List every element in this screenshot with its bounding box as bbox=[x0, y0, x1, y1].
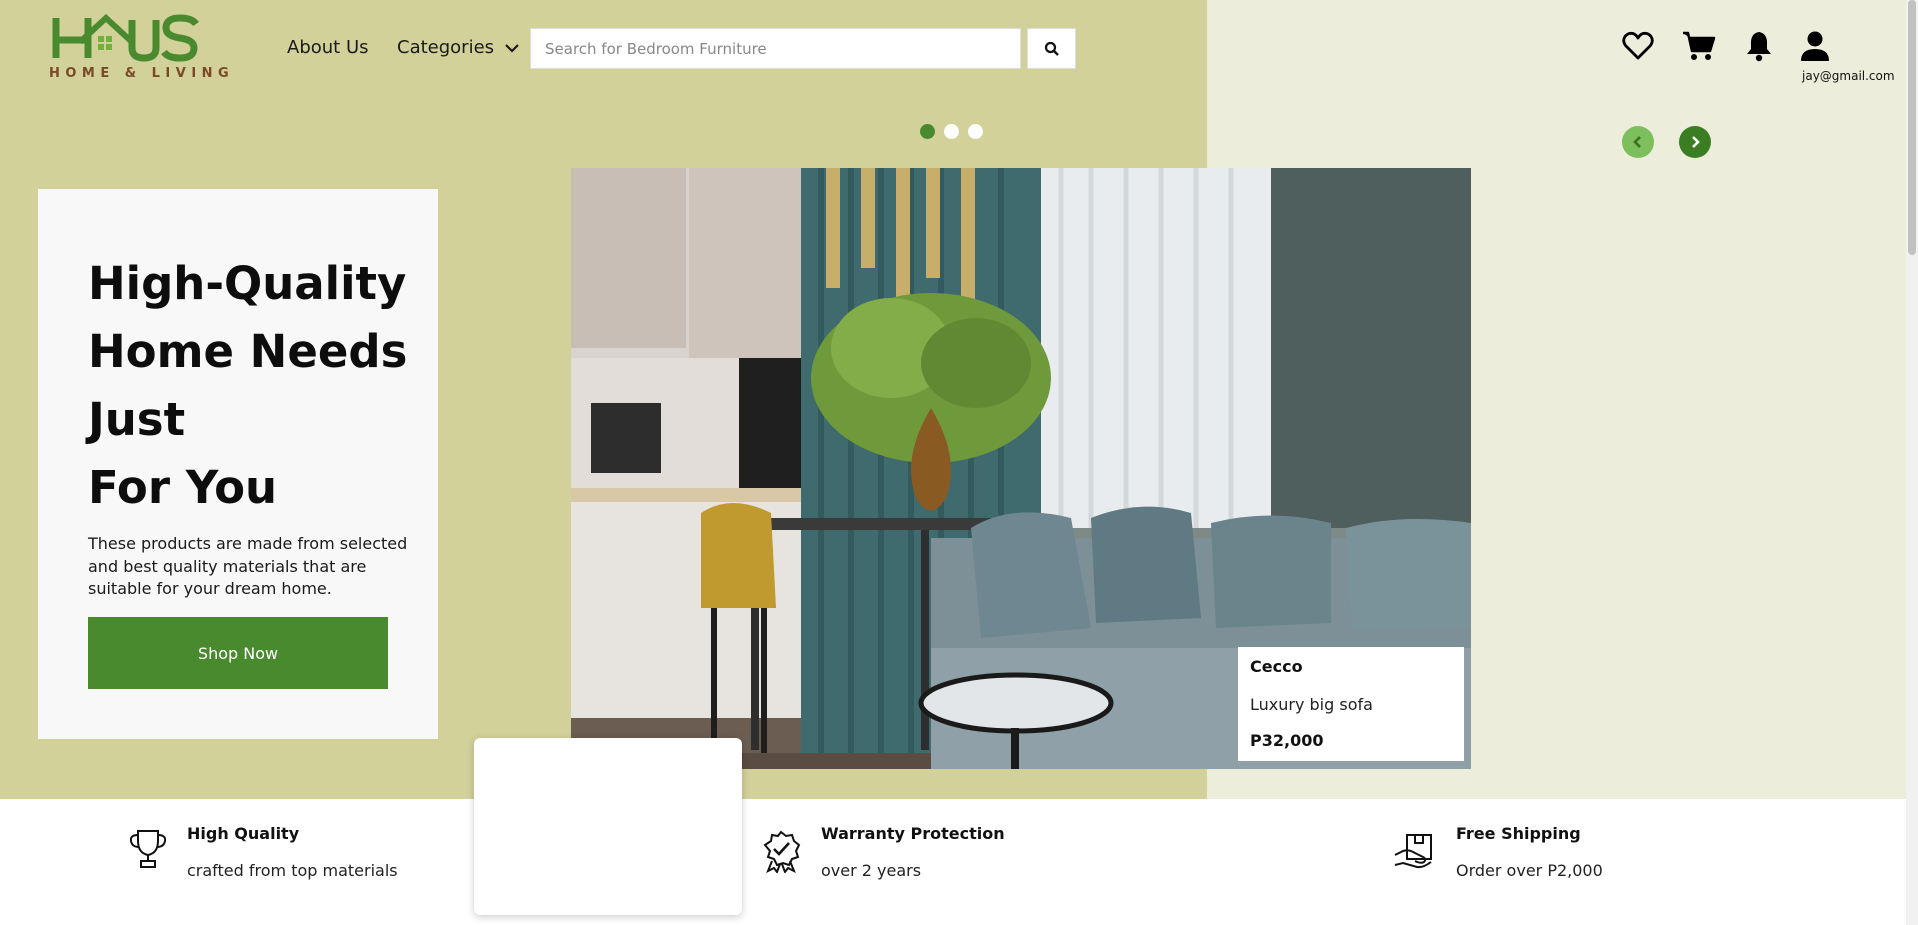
cart-icon bbox=[1683, 31, 1716, 60]
search-icon bbox=[1044, 41, 1059, 56]
trophy-icon bbox=[129, 830, 167, 868]
nav-categories-label: Categories bbox=[397, 37, 495, 58]
wishlist-button[interactable] bbox=[1620, 28, 1656, 64]
nav-categories[interactable]: Categories bbox=[397, 37, 520, 58]
feature-title: Free Shipping bbox=[1456, 824, 1581, 843]
chevron-right-icon bbox=[1692, 136, 1700, 148]
floating-card bbox=[474, 738, 742, 915]
logo-tagline: HOME & LIVING bbox=[49, 66, 235, 81]
chevron-left-icon bbox=[1633, 136, 1641, 148]
feature-title: Warranty Protection bbox=[821, 824, 1005, 843]
search-input[interactable] bbox=[530, 28, 1021, 69]
shop-now-button[interactable]: Shop Now bbox=[88, 617, 388, 689]
feature-title: High Quality bbox=[187, 824, 300, 843]
carousel-prev-button[interactable] bbox=[1622, 126, 1654, 158]
chevron-down-icon bbox=[504, 44, 519, 53]
search-button[interactable] bbox=[1027, 28, 1076, 69]
feature-subtitle: crafted from top materials bbox=[187, 861, 398, 880]
notifications-button[interactable] bbox=[1741, 28, 1777, 64]
hero-title-line: Home Needs bbox=[88, 325, 408, 378]
feature-subtitle: Order over P2,000 bbox=[1456, 861, 1603, 880]
carousel-dot-3[interactable] bbox=[968, 124, 983, 139]
warranty-badge-icon bbox=[763, 830, 801, 873]
hero-title-line: High-Quality bbox=[88, 257, 407, 310]
product-name: Cecco bbox=[1250, 657, 1303, 676]
product-price: P32,000 bbox=[1250, 731, 1324, 750]
shipping-box-icon bbox=[1394, 834, 1432, 869]
hero-description: These products are made from selected an… bbox=[88, 534, 408, 598]
carousel-dot-2[interactable] bbox=[944, 124, 959, 139]
product-card[interactable]: Cecco Luxury big sofa P32,000 bbox=[1238, 647, 1464, 761]
haus-logo-icon bbox=[52, 13, 199, 62]
scrollbar-thumb[interactable] bbox=[1908, 0, 1916, 255]
user-icon bbox=[1801, 31, 1829, 61]
carousel-dots bbox=[920, 124, 983, 139]
carousel-next-button[interactable] bbox=[1679, 126, 1711, 158]
product-description: Luxury big sofa bbox=[1250, 695, 1373, 714]
hero-title: High-Quality Home Needs Just For You bbox=[88, 250, 408, 522]
cart-button[interactable] bbox=[1681, 28, 1717, 64]
nav-about-us[interactable]: About Us bbox=[287, 37, 369, 58]
user-email: jay@gmail.com bbox=[1802, 69, 1895, 83]
bell-icon bbox=[1747, 32, 1771, 62]
hero-title-line: Just bbox=[88, 393, 186, 446]
account-button[interactable] bbox=[1797, 28, 1833, 64]
page-scrollbar[interactable] bbox=[1906, 0, 1918, 925]
hero-title-line: For You bbox=[88, 461, 278, 514]
carousel-dot-1[interactable] bbox=[920, 124, 935, 139]
feature-subtitle: over 2 years bbox=[821, 861, 922, 880]
heart-icon bbox=[1622, 31, 1654, 60]
